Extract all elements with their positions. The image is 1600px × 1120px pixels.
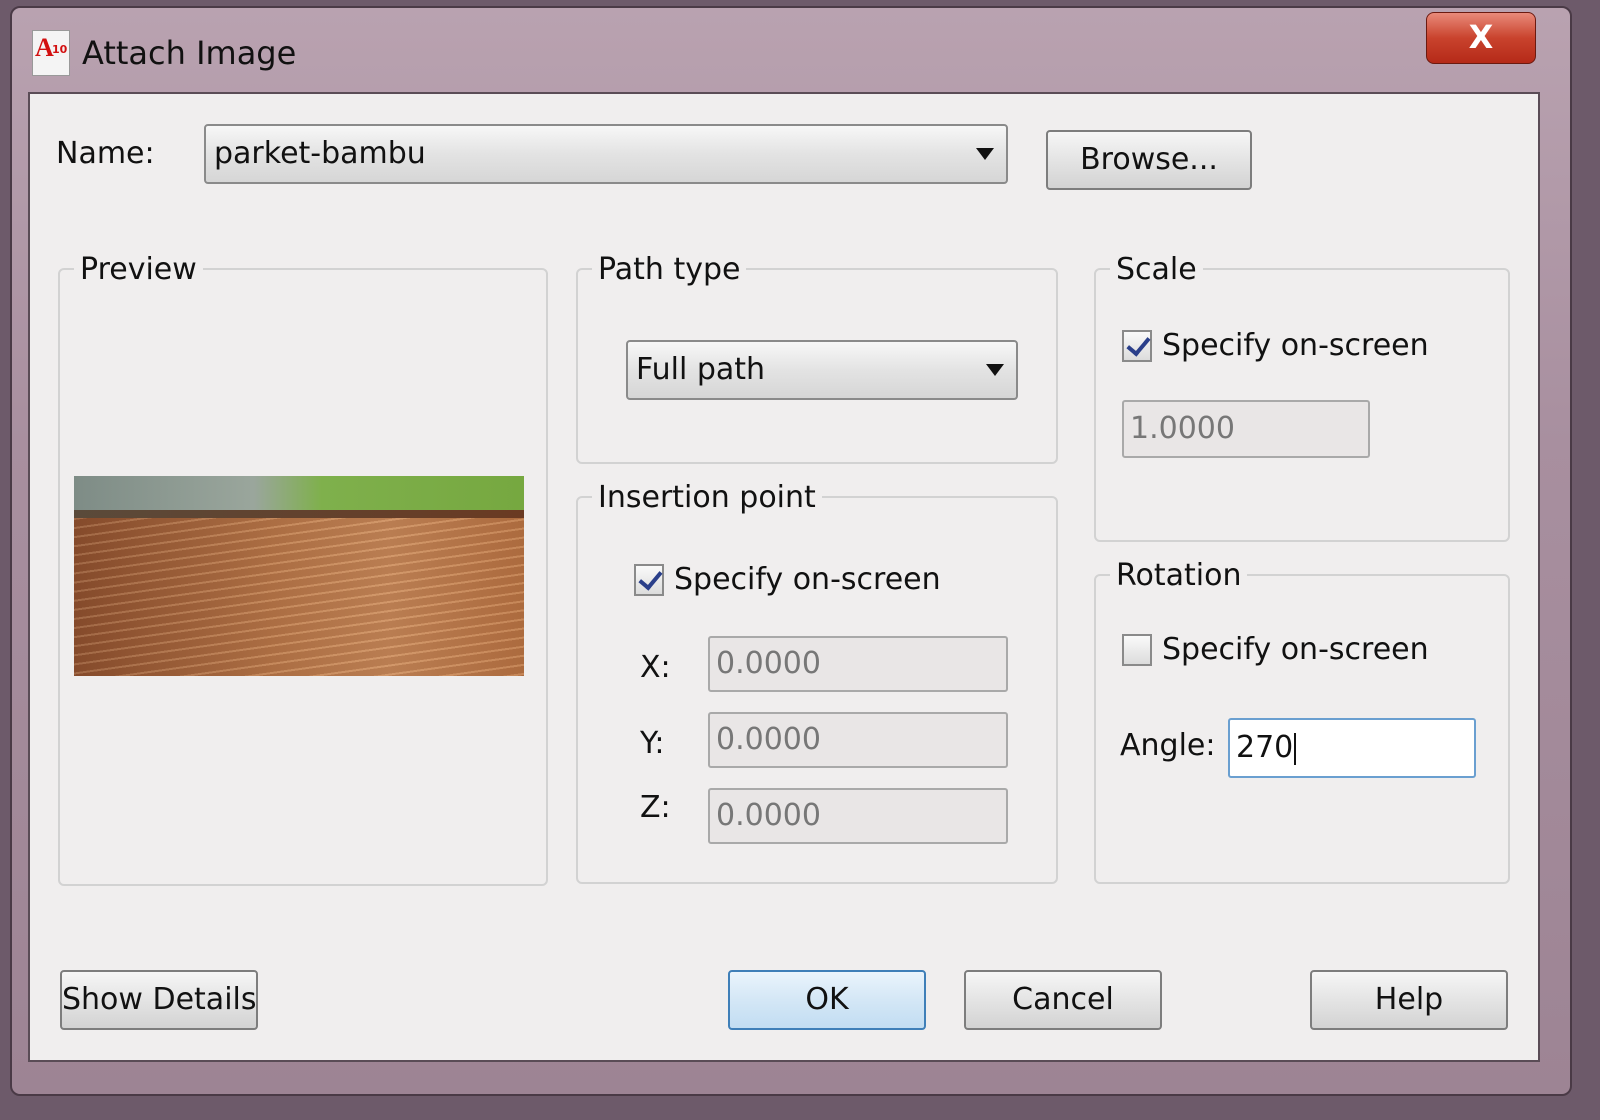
chevron-down-icon [976, 148, 994, 160]
angle-label: Angle: [1120, 728, 1216, 763]
z-field[interactable]: 0.0000 [708, 788, 1008, 844]
checkmark-icon [638, 565, 663, 591]
cancel-button[interactable]: Cancel [964, 970, 1162, 1030]
close-button[interactable]: X [1426, 12, 1536, 64]
insertion-point-group-title: Insertion point [592, 480, 822, 515]
text-caret [1294, 732, 1297, 765]
z-label: Z: [640, 790, 671, 825]
ok-button[interactable]: OK [728, 970, 926, 1030]
name-dropdown[interactable]: parket-bambu [204, 124, 1008, 184]
x-field[interactable]: 0.0000 [708, 636, 1008, 692]
checkmark-icon [1126, 331, 1151, 357]
show-details-button[interactable]: Show Details [60, 970, 258, 1030]
rotation-specify-label: Specify on-screen [1162, 632, 1429, 667]
y-label: Y: [640, 726, 665, 761]
rotation-group-title: Rotation [1110, 558, 1248, 593]
preview-image [74, 476, 524, 676]
scale-specify-label: Specify on-screen [1162, 328, 1429, 363]
name-dropdown-value: parket-bambu [214, 136, 426, 171]
chevron-down-icon [986, 364, 1004, 376]
rotation-specify-checkbox[interactable] [1122, 634, 1152, 666]
preview-group-title: Preview [74, 252, 203, 287]
browse-button[interactable]: Browse... [1046, 130, 1252, 190]
name-label: Name: [56, 136, 155, 171]
path-type-group-title: Path type [592, 252, 747, 287]
scale-specify-checkbox[interactable] [1122, 330, 1152, 362]
y-field[interactable]: 0.0000 [708, 712, 1008, 768]
autocad-logo-icon: A 10 [32, 30, 70, 76]
scale-group-title: Scale [1110, 252, 1203, 287]
x-label: X: [640, 650, 671, 685]
path-type-dropdown[interactable]: Full path [626, 340, 1018, 400]
scale-field[interactable]: 1.0000 [1122, 400, 1370, 458]
path-type-dropdown-value: Full path [636, 352, 766, 387]
dialog-title: Attach Image [82, 34, 297, 72]
angle-field[interactable]: 270 [1228, 718, 1476, 778]
help-button[interactable]: Help [1310, 970, 1508, 1030]
insertion-specify-checkbox[interactable] [634, 564, 664, 596]
insertion-specify-label: Specify on-screen [674, 562, 941, 597]
angle-field-value: 270 [1236, 730, 1294, 765]
